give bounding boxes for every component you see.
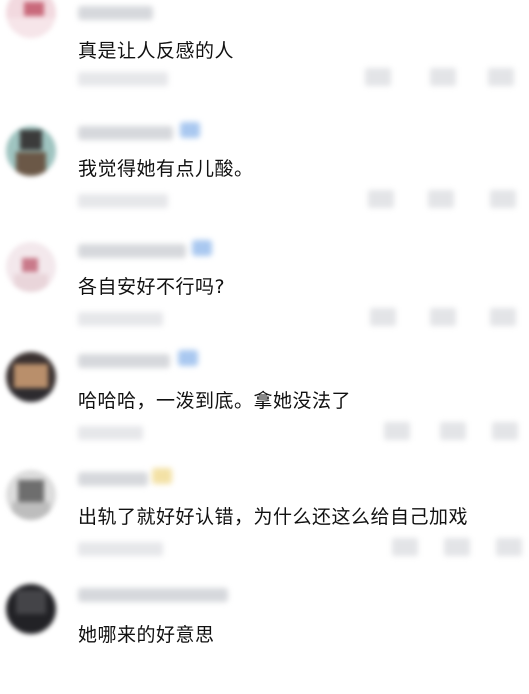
vip-badge-icon xyxy=(152,468,172,484)
avatar[interactable] xyxy=(6,584,56,634)
like-button[interactable] xyxy=(496,538,522,556)
reply-button[interactable] xyxy=(370,308,396,326)
verified-badge-icon xyxy=(180,122,200,138)
avatar[interactable] xyxy=(6,126,56,176)
username-placeholder[interactable] xyxy=(78,354,170,368)
comment-text: 我觉得她有点儿酸。 xyxy=(78,158,254,180)
comment-item: 各自安好不行吗? xyxy=(0,230,529,348)
timestamp-placeholder xyxy=(78,72,168,86)
comment-item: 真是让人反感的人 xyxy=(0,0,529,118)
share-button[interactable] xyxy=(430,308,456,326)
timestamp-placeholder xyxy=(78,312,163,326)
share-button[interactable] xyxy=(428,190,454,208)
reply-button[interactable] xyxy=(368,190,394,208)
reply-button[interactable] xyxy=(384,422,410,440)
timestamp-placeholder xyxy=(78,542,163,556)
like-button[interactable] xyxy=(492,422,518,440)
username-placeholder[interactable] xyxy=(78,6,153,20)
like-button[interactable] xyxy=(488,68,514,86)
comment-text: 真是让人反感的人 xyxy=(78,40,235,62)
username-placeholder[interactable] xyxy=(78,588,228,602)
reply-button[interactable] xyxy=(392,538,418,556)
avatar[interactable] xyxy=(6,0,56,38)
like-button[interactable] xyxy=(490,308,516,326)
comment-text: 各自安好不行吗? xyxy=(78,276,226,298)
timestamp-placeholder xyxy=(78,426,143,440)
comment-text: 哈哈哈，一泼到底。拿她没法了 xyxy=(78,390,352,412)
comment-text: 出轨了就好好认错，为什么还这么给自己加戏 xyxy=(78,506,469,528)
comment-item: 她哪来的好意思 xyxy=(0,576,529,694)
avatar[interactable] xyxy=(6,352,56,402)
share-button[interactable] xyxy=(440,422,466,440)
verified-badge-icon xyxy=(192,240,212,256)
comment-text: 她哪来的好意思 xyxy=(78,624,215,646)
comment-item: 我觉得她有点儿酸。 xyxy=(0,116,529,234)
comment-item: 哈哈哈，一泼到底。拿她没法了 xyxy=(0,346,529,464)
timestamp-placeholder xyxy=(78,194,168,208)
verified-badge-icon xyxy=(178,350,198,366)
share-button[interactable] xyxy=(444,538,470,556)
username-placeholder[interactable] xyxy=(78,244,186,258)
avatar[interactable] xyxy=(6,470,56,520)
comment-item: 出轨了就好好认错，为什么还这么给自己加戏 xyxy=(0,462,529,580)
username-placeholder[interactable] xyxy=(78,126,173,140)
reply-button[interactable] xyxy=(365,68,391,86)
username-placeholder[interactable] xyxy=(78,472,148,486)
like-button[interactable] xyxy=(490,190,516,208)
share-button[interactable] xyxy=(430,68,456,86)
avatar[interactable] xyxy=(6,242,56,292)
